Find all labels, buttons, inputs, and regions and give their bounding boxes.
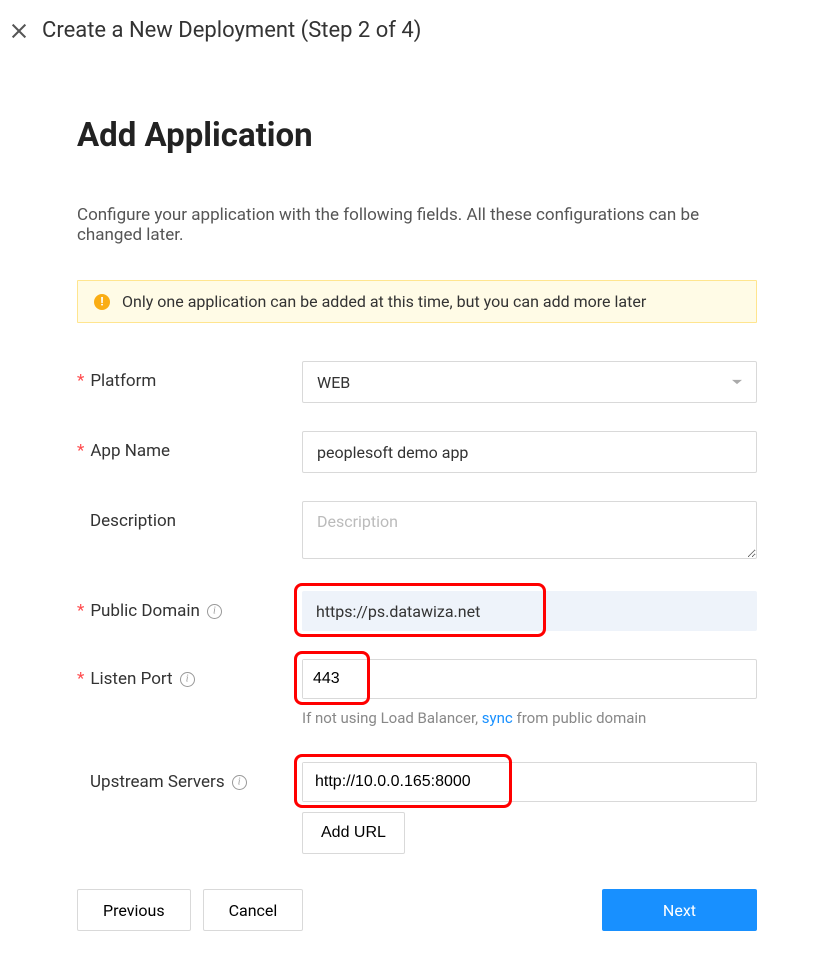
upstream-spacer [483, 762, 757, 802]
required-marker: * [77, 601, 84, 621]
hint-suffix: from public domain [513, 709, 647, 727]
info-alert: Only one application can be added at thi… [77, 280, 757, 323]
listenport-hint: If not using Load Balancer, sync from pu… [302, 709, 757, 727]
info-icon[interactable] [180, 672, 195, 687]
platform-row: * Platform WEB [77, 361, 757, 403]
publicdomain-row: * Public Domain [77, 591, 757, 631]
description-label: Description [77, 501, 302, 531]
close-icon[interactable] [10, 22, 28, 40]
publicdomain-label: * Public Domain [77, 591, 302, 621]
platform-select[interactable]: WEB [302, 361, 757, 403]
info-icon[interactable] [207, 604, 222, 619]
hint-prefix: If not using Load Balancer, [302, 709, 482, 727]
alert-text: Only one application can be added at thi… [122, 292, 646, 311]
sync-link[interactable]: sync [482, 709, 513, 727]
description-input[interactable] [302, 501, 757, 559]
warning-icon [94, 294, 110, 310]
appname-label: * App Name [77, 431, 302, 461]
cancel-button[interactable]: Cancel [203, 889, 304, 931]
listenport-row: * Listen Port If not using Load Balancer… [77, 659, 757, 727]
add-url-button[interactable]: Add URL [302, 812, 405, 854]
next-button[interactable]: Next [602, 889, 757, 931]
upstream-label-text: Upstream Servers [90, 772, 225, 792]
dialog-header: Create a New Deployment (Step 2 of 4) [0, 0, 834, 61]
required-marker: * [77, 371, 84, 391]
dialog-footer: Previous Cancel Next [77, 889, 757, 931]
appname-row: * App Name [77, 431, 757, 473]
info-icon[interactable] [232, 775, 247, 790]
required-marker: * [77, 669, 84, 689]
listenport-spacer [353, 659, 757, 699]
dialog-content: Add Application Configure your applicati… [0, 61, 834, 961]
required-marker: * [77, 441, 84, 461]
description-row: Description [77, 501, 757, 563]
chevron-down-icon [732, 380, 742, 384]
appname-label-text: App Name [90, 441, 170, 461]
platform-label: * Platform [77, 361, 302, 391]
description-label-text: Description [90, 511, 176, 531]
publicdomain-label-text: Public Domain [90, 601, 200, 621]
listenport-label: * Listen Port [77, 659, 302, 689]
platform-value: WEB [317, 373, 350, 392]
dialog-title: Create a New Deployment (Step 2 of 4) [42, 18, 421, 43]
listenport-input[interactable] [303, 660, 353, 698]
publicdomain-input[interactable] [302, 591, 757, 631]
page-subtitle: Configure your application with the foll… [77, 205, 757, 245]
upstream-label: Upstream Servers [77, 762, 302, 792]
platform-label-text: Platform [90, 371, 156, 391]
upstream-input[interactable] [303, 763, 483, 801]
previous-button[interactable]: Previous [77, 889, 191, 931]
page-title: Add Application [77, 116, 757, 155]
upstream-row: Upstream Servers Add URL [77, 762, 757, 854]
appname-input[interactable] [302, 431, 757, 473]
listenport-label-text: Listen Port [90, 669, 172, 689]
